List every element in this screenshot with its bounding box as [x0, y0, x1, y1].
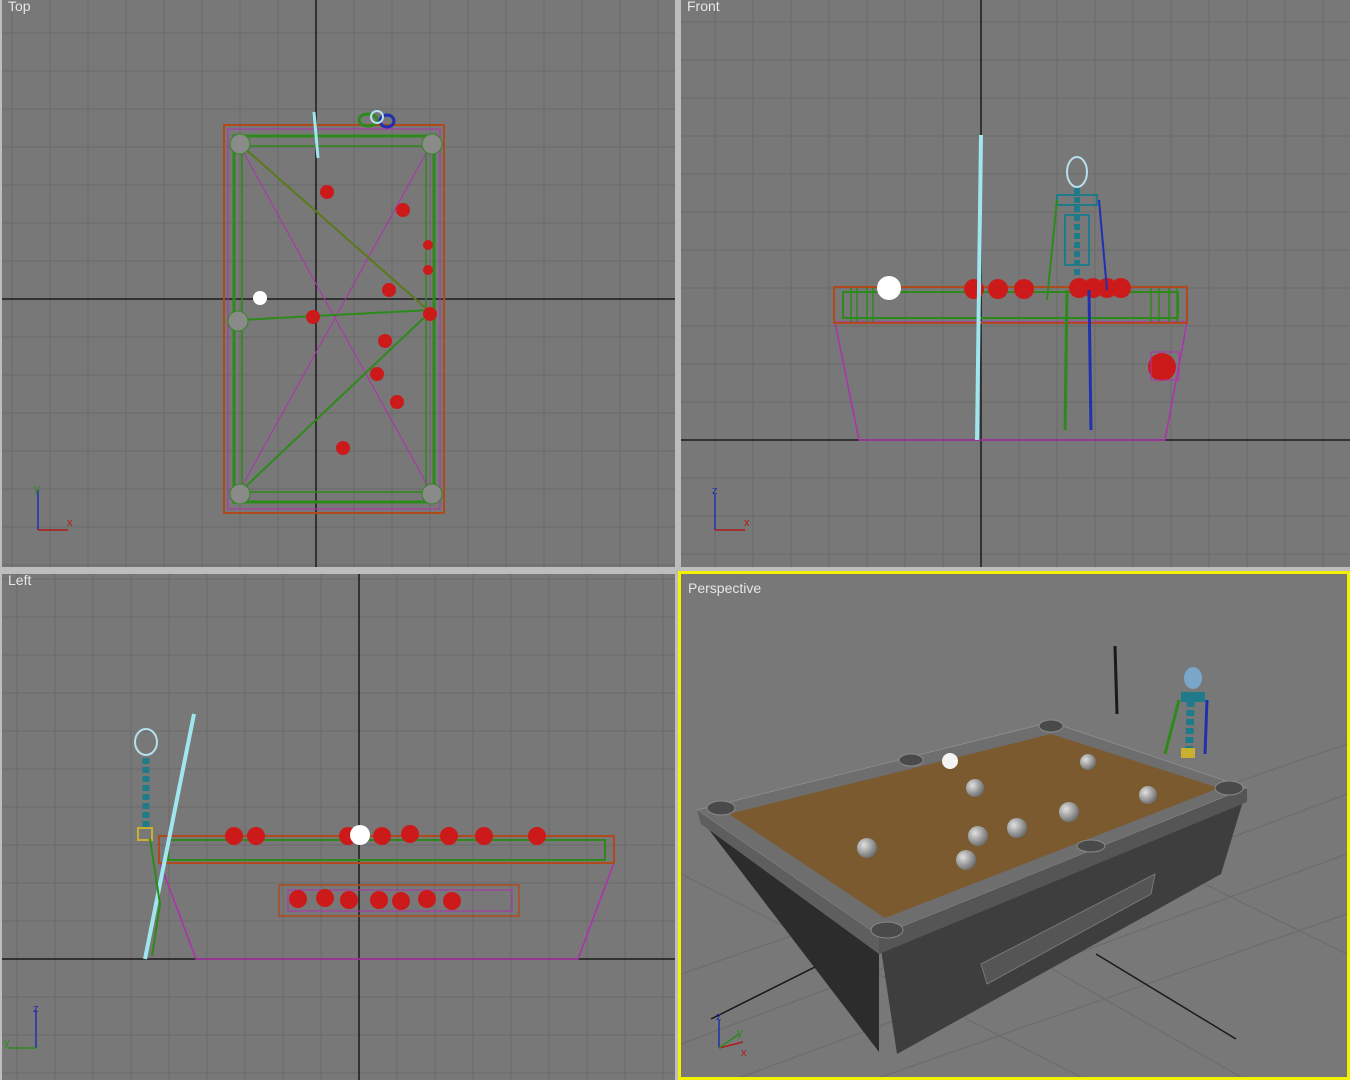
pocket [1214, 780, 1244, 796]
front-scene: z x [681, 0, 1350, 567]
axis-label-y: y [4, 1037, 10, 1049]
pocket [1038, 719, 1064, 733]
axis-label-x: x [67, 517, 73, 529]
axis-tripod: y x [34, 483, 73, 531]
red-ball [370, 367, 384, 381]
cue-stick [312, 111, 320, 159]
table-body-outline [834, 321, 1188, 441]
red-ball [378, 334, 392, 348]
viewport-label-top[interactable]: Top [8, 0, 31, 14]
ball [1139, 786, 1157, 804]
world-axis [1095, 953, 1237, 1040]
cue-ball [942, 753, 958, 769]
cue-ball [877, 276, 901, 300]
ball [857, 838, 877, 858]
skeleton-left [134, 728, 161, 957]
pocket [870, 921, 904, 939]
red-ball [423, 240, 433, 250]
red-ball [1014, 279, 1034, 299]
pocket [898, 753, 924, 767]
red-ball [1111, 278, 1131, 298]
red-ball [382, 283, 396, 297]
axis-label-z: z [33, 1003, 39, 1015]
pocket [1076, 839, 1106, 853]
ball [966, 779, 984, 797]
axis-tripod: z x y [716, 1011, 747, 1059]
red-ball [396, 203, 410, 217]
pocket [227, 310, 249, 332]
perspective-scene: z x y [681, 645, 1347, 1077]
viewport-label-front[interactable]: Front [687, 0, 720, 14]
red-ball [306, 310, 320, 324]
red-balls [225, 825, 546, 910]
left-scene: z y [2, 574, 675, 1080]
axis-label-x: x [741, 1047, 747, 1059]
viewport-label-left[interactable]: Left [8, 574, 31, 588]
axis-label-y: y [34, 483, 40, 495]
red-ball [423, 265, 433, 275]
axis-tripod: z x [712, 485, 750, 531]
viewport-front[interactable]: Front z x [681, 0, 1350, 567]
pocket [421, 133, 443, 155]
viewport-left[interactable]: Left z y [2, 574, 675, 1080]
viewport-top[interactable]: Top y x [2, 0, 675, 567]
red-ball [336, 441, 350, 455]
pocket [421, 483, 443, 505]
viewport-label-perspective[interactable]: Perspective [688, 580, 761, 596]
ball [1080, 754, 1096, 770]
red-ball [390, 395, 404, 409]
table-edge-wire [241, 145, 431, 313]
axis-label-y: y [737, 1027, 743, 1039]
ball [956, 850, 976, 870]
viewport-perspective[interactable]: Perspective z x y [678, 571, 1350, 1080]
pocket [229, 133, 251, 155]
skeleton-perspective [1163, 667, 1209, 758]
cue-stick [1113, 645, 1119, 715]
red-ball-pocketed [1148, 353, 1176, 381]
axis-label-z: z [716, 1011, 722, 1023]
axis-label-x: x [744, 517, 750, 529]
pocket [229, 483, 251, 505]
red-ball [988, 279, 1008, 299]
axis-label-z: z [712, 485, 718, 497]
red-balls [306, 185, 437, 455]
pocket [706, 800, 736, 816]
ball [1059, 802, 1079, 822]
ball [968, 826, 988, 846]
ball [1007, 818, 1027, 838]
cue-ball [253, 291, 267, 305]
red-ball [423, 307, 437, 321]
top-scene: y x [2, 0, 675, 567]
axis-tripod: z y [4, 1003, 39, 1049]
cue-ball [350, 825, 370, 845]
red-ball [320, 185, 334, 199]
red-balls [964, 278, 1176, 381]
